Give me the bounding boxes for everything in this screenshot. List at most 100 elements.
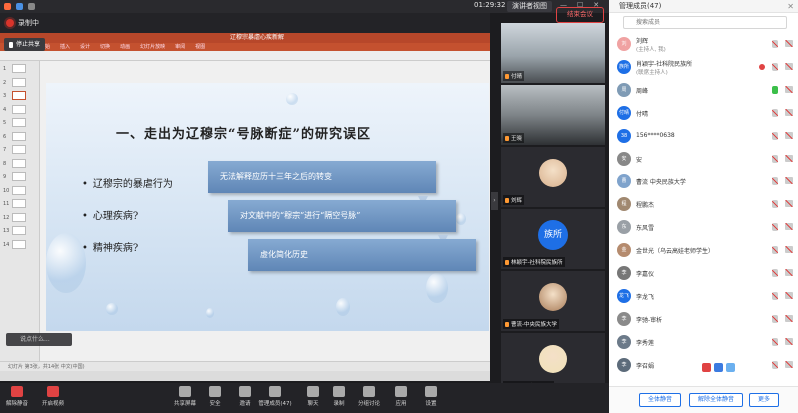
- slide-thumbnail[interactable]: 10: [3, 185, 37, 196]
- mic-muted-icon[interactable]: [772, 108, 778, 117]
- toolbar-button-label: 应用: [395, 401, 407, 407]
- member-row[interactable]: 族所 肖颖宇-社科院民族所 (联席主持人): [609, 57, 798, 77]
- camera-off-icon[interactable]: [785, 131, 793, 139]
- mic-muted-icon[interactable]: [772, 269, 778, 277]
- more-button[interactable]: 更多: [749, 393, 780, 407]
- member-row[interactable]: 周周峰: [609, 80, 798, 100]
- stop-share-button[interactable]: 停止共享: [4, 38, 46, 51]
- unmute-all-button[interactable]: 解除全体静音: [689, 393, 744, 407]
- camera-off-icon[interactable]: [785, 291, 793, 299]
- video-tile[interactable]: 付晴: [501, 23, 605, 83]
- camera-off-icon[interactable]: [785, 314, 793, 322]
- camera-off-icon[interactable]: [785, 223, 793, 231]
- info-icon[interactable]: [4, 3, 11, 10]
- chat-input-hint[interactable]: 说点什么...: [6, 333, 72, 346]
- toolbar-button[interactable]: 共享屏幕: [168, 386, 202, 407]
- slide-thumbnail[interactable]: 12: [3, 212, 37, 223]
- member-row[interactable]: 程程鹏杰: [609, 194, 798, 214]
- camera-off-icon[interactable]: [785, 337, 793, 345]
- member-row[interactable]: 李李嘉仪: [609, 263, 798, 283]
- toolbar-button[interactable]: 管理成员(47): [254, 386, 296, 407]
- ppt-ribbon-tab[interactable]: 切换: [100, 43, 110, 51]
- mute-all-button[interactable]: 全体静音: [639, 393, 682, 407]
- camera-off-icon[interactable]: [785, 246, 793, 254]
- shield-icon[interactable]: [16, 3, 23, 10]
- member-row[interactable]: 龙飞 李龙飞: [609, 286, 798, 306]
- mic-muted-icon[interactable]: [772, 200, 778, 209]
- mic-muted-icon[interactable]: [772, 360, 778, 369]
- video-tile[interactable]: 王晓: [501, 85, 605, 145]
- video-tile[interactable]: 刘辉: [501, 147, 605, 207]
- mic-muted-icon[interactable]: [772, 246, 778, 255]
- slide-thumbnail[interactable]: 8: [3, 158, 37, 169]
- slide-thumbnail[interactable]: 1: [3, 64, 37, 74]
- toolbar-button[interactable]: 解除静音: [0, 386, 34, 407]
- member-row[interactable]: 安安: [609, 149, 798, 169]
- member-row[interactable]: 38 156****0638: [609, 126, 798, 146]
- shared-screen: 辽穆宗暴虐心疾新解 开始插入设计切换动画幻灯片放映审阅视图 停止共享 12345…: [0, 33, 490, 381]
- ppt-ribbon-tab[interactable]: 设计: [80, 43, 90, 51]
- keyboard-icon[interactable]: [714, 363, 723, 372]
- settings-icon[interactable]: [726, 363, 735, 372]
- member-name: 金世光（乌云高娃老师学生）: [636, 248, 715, 256]
- slide-thumbnail[interactable]: 5: [3, 118, 37, 128]
- toolbar-button[interactable]: 安全: [198, 386, 232, 407]
- member-search-input[interactable]: [623, 16, 787, 29]
- camera-off-icon[interactable]: [785, 200, 793, 208]
- member-row[interactable]: 曹曹流 中央民族大学: [609, 171, 798, 191]
- member-row[interactable]: 付晴 付晴: [609, 103, 798, 123]
- mic-muted-icon[interactable]: [772, 337, 778, 346]
- mic-muted-icon[interactable]: [772, 177, 778, 186]
- toolbar-button[interactable]: 设置: [414, 386, 448, 407]
- member-row[interactable]: 金金世光（乌云高娃老师学生）: [609, 240, 798, 260]
- signal-icon[interactable]: [28, 3, 35, 10]
- member-row[interactable]: 东东风雪: [609, 217, 798, 237]
- close-icon[interactable]: ✕: [787, 0, 794, 13]
- recording-indicator[interactable]: 录制中: [0, 13, 490, 33]
- collapse-video-button[interactable]: ›: [491, 192, 498, 210]
- toolbar-button[interactable]: 应用: [384, 386, 418, 407]
- camera-off-icon[interactable]: [785, 108, 793, 116]
- camera-off-icon[interactable]: [785, 85, 793, 93]
- ppt-ribbon-tab[interactable]: 审阅: [175, 43, 185, 51]
- video-tile[interactable]: 曹流-中央民族大学: [501, 271, 605, 331]
- mic-muted-icon[interactable]: [772, 314, 778, 323]
- ppt-ribbon-tab[interactable]: 幻灯片放映: [140, 43, 165, 51]
- slide-thumbnail[interactable]: 3: [3, 91, 37, 101]
- video-tile[interactable]: 族所 林颖宇-社科院民族所: [501, 209, 605, 269]
- slide-preview: [12, 118, 26, 127]
- camera-off-icon[interactable]: [785, 40, 793, 47]
- ppt-ribbon-tab[interactable]: 视图: [195, 43, 205, 51]
- slide-thumbnail[interactable]: 2: [3, 77, 37, 88]
- mic-on-icon[interactable]: [772, 85, 778, 94]
- member-row[interactable]: 刘刘辉 (主持人, 我): [609, 34, 798, 54]
- slide-thumbnail[interactable]: 7: [3, 145, 37, 155]
- mic-muted-icon[interactable]: [772, 154, 778, 163]
- camera-off-icon[interactable]: [785, 62, 793, 70]
- view-mode-button[interactable]: 演讲者视图: [507, 1, 552, 12]
- slide-thumbnail[interactable]: 6: [3, 131, 37, 142]
- toolbar-button[interactable]: 录制: [322, 386, 356, 407]
- camera-off-icon[interactable]: [785, 269, 793, 276]
- mic-muted-icon[interactable]: [772, 40, 778, 48]
- toolbar-button[interactable]: 分组讨论: [352, 386, 386, 407]
- mic-muted-icon[interactable]: [772, 131, 778, 140]
- sogou-icon[interactable]: [702, 363, 711, 372]
- ppt-ribbon-tab[interactable]: 插入: [60, 43, 70, 51]
- camera-off-icon[interactable]: [785, 154, 793, 162]
- slide-thumbnail[interactable]: 11: [3, 199, 37, 209]
- mic-muted-icon[interactable]: [772, 291, 778, 300]
- slide-thumbnail[interactable]: 13: [3, 226, 37, 236]
- end-meeting-button[interactable]: 结束会议: [556, 7, 604, 23]
- slide-thumbnail[interactable]: 4: [3, 104, 37, 115]
- slide-thumbnail[interactable]: 14: [3, 239, 37, 250]
- member-row[interactable]: 李李秀莲: [609, 332, 798, 352]
- mic-muted-icon[interactable]: [772, 223, 778, 232]
- ppt-ribbon-tab[interactable]: 动画: [120, 43, 130, 51]
- member-row[interactable]: 李李驰-审析: [609, 309, 798, 329]
- camera-off-icon[interactable]: [785, 360, 793, 368]
- mic-muted-icon[interactable]: [772, 62, 778, 71]
- toolbar-button[interactable]: 开启视频: [36, 386, 70, 407]
- slide-thumbnail[interactable]: 9: [3, 172, 37, 182]
- camera-off-icon[interactable]: [785, 177, 793, 185]
